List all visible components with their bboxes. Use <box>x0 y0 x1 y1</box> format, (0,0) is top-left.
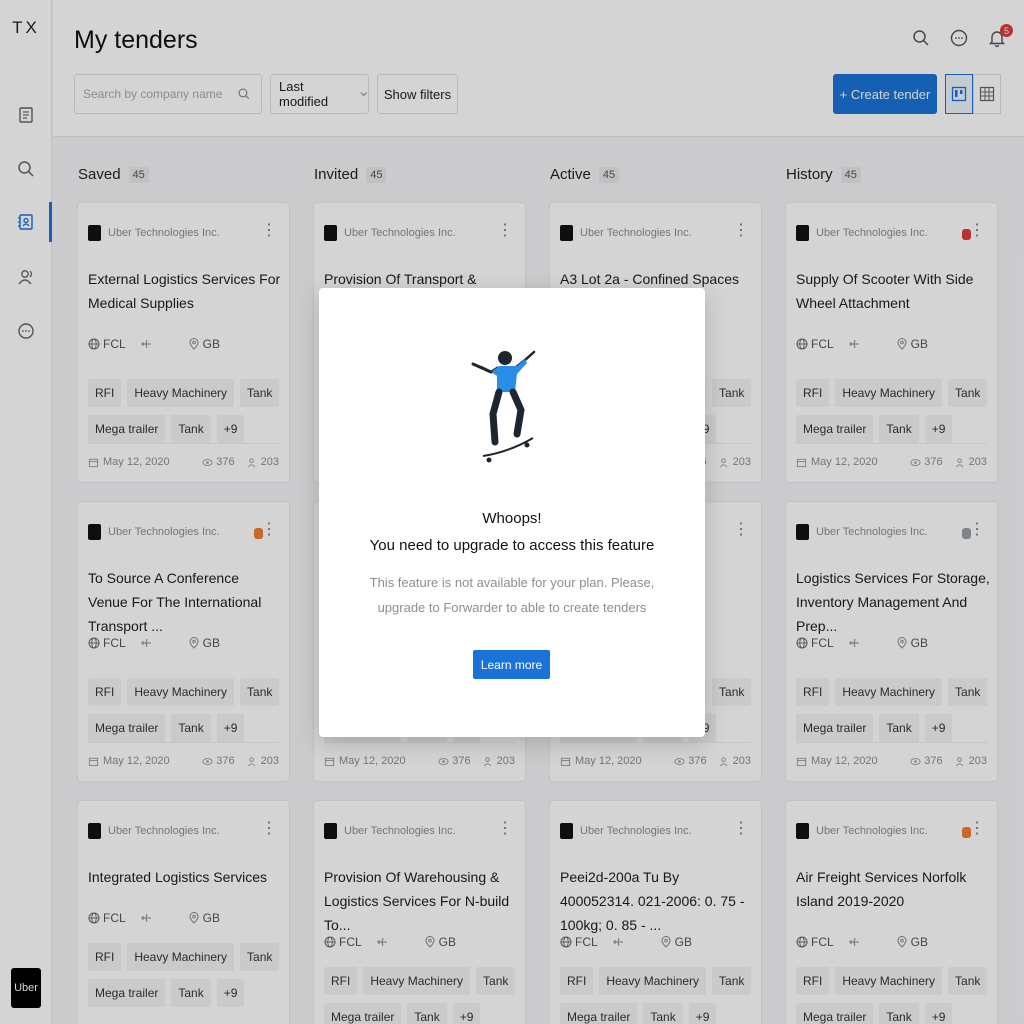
skateboarder-illustration <box>471 350 536 463</box>
learn-more-button[interactable]: Learn more <box>473 650 550 679</box>
dialog-description: This feature is not available for your p… <box>369 575 655 615</box>
upgrade-dialog: Whoops! You need to upgrade to access th… <box>319 288 705 737</box>
dialog-title: Whoops! <box>482 510 542 527</box>
dialog-subtitle: You need to upgrade to access this featu… <box>369 537 655 554</box>
